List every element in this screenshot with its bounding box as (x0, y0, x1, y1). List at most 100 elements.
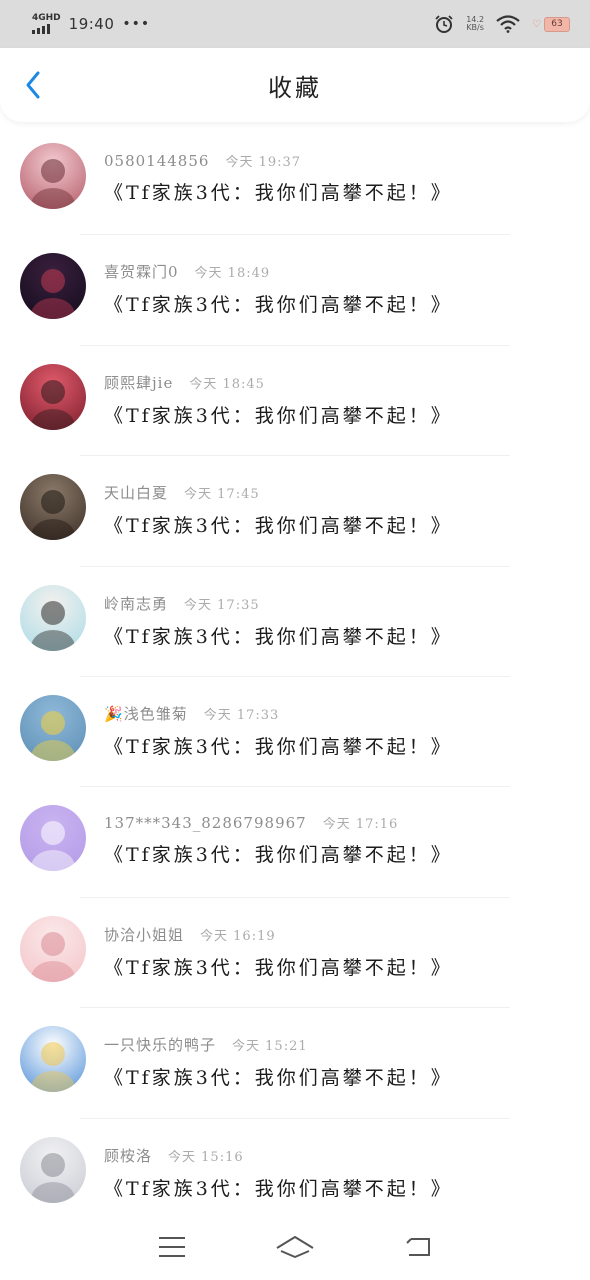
avatar[interactable] (20, 915, 86, 982)
party-popper-icon: 🎉 (104, 704, 124, 723)
author-name: 137***343_8286798967 (104, 814, 307, 833)
list-item[interactable]: 🎉浅色雏菊 今天 17:33 《Tf家族3代：我你们高攀不起！》 (0, 677, 590, 788)
avatar-image (31, 600, 75, 651)
item-meta: 一只快乐的鸭子 今天 15:21 (104, 1034, 570, 1055)
item-body: 顾熙肆jie 今天 18:45 《Tf家族3代：我你们高攀不起！》 (104, 372, 570, 428)
avatar[interactable] (20, 584, 86, 651)
item-body: 协洽小姐姐 今天 16:19 《Tf家族3代：我你们高攀不起！》 (104, 924, 570, 980)
favorite-text: 《Tf家族3代：我你们高攀不起！》 (104, 182, 453, 204)
item-body: 一只快乐的鸭子 今天 15:21 《Tf家族3代：我你们高攀不起！》 (104, 1034, 570, 1090)
nav-bar: 收藏 (0, 48, 590, 122)
favorite-text: 《Tf家族3代：我你们高攀不起！》 (104, 1067, 453, 1090)
avatar-image (31, 269, 75, 320)
avatar-image (31, 710, 75, 761)
list-item[interactable]: 一只快乐的鸭子 今天 15:21 《Tf家族3代：我你们高攀不起！》 (0, 1008, 590, 1119)
battery-icon: 63 (544, 16, 570, 32)
favorite-text: 《Tf家族3代：我你们高攀不起！》 (104, 404, 453, 427)
network-speed-unit: KB/s (466, 23, 484, 32)
avatar[interactable] (20, 363, 86, 430)
network-indicator: 4GHD (32, 14, 61, 34)
author-name: 岭南志勇 (104, 594, 169, 613)
alarm-icon (435, 15, 453, 33)
favorite-time: 今天 16:19 (200, 928, 276, 944)
item-body: 天山白夏 今天 17:45 《Tf家族3代：我你们高攀不起！》 (104, 482, 570, 538)
list-item[interactable]: 天山白夏 今天 17:45 《Tf家族3代：我你们高攀不起！》 (0, 456, 590, 567)
item-body: 岭南志勇 今天 17:35 《Tf家族3代：我你们高攀不起！》 (104, 593, 570, 649)
author-name: 🎉浅色雏菊 (104, 703, 188, 724)
back-button[interactable] (18, 70, 48, 100)
avatar-image (31, 821, 75, 872)
avatar-image (31, 490, 75, 541)
item-body: 0580144856 今天 19:37 《Tf家族3代：我你们高攀不起！》 (104, 151, 570, 205)
avatar[interactable] (20, 253, 86, 320)
item-meta: 🎉浅色雏菊 今天 17:33 (104, 703, 570, 724)
list-item[interactable]: 137***343_8286798967 今天 17:16 《Tf家族3代：我你… (0, 787, 590, 898)
avatar[interactable] (20, 1136, 86, 1203)
favorite-time: 今天 18:45 (189, 376, 265, 392)
favorite-time: 今天 15:21 (232, 1039, 308, 1055)
avatar-image (31, 379, 75, 430)
home-button[interactable] (275, 1227, 315, 1267)
favorite-time: 今天 17:16 (322, 817, 399, 833)
item-meta: 喜贺霖门0 今天 18:49 (104, 261, 570, 282)
item-meta: 顾熙肆jie 今天 18:45 (104, 372, 570, 393)
author-name: 顾熙肆jie (104, 373, 174, 392)
list-item[interactable]: 0580144856 今天 19:37 《Tf家族3代：我你们高攀不起！》 (0, 125, 590, 236)
item-meta: 天山白夏 今天 17:45 (104, 482, 570, 503)
favorite-text: 《Tf家族3代：我你们高攀不起！》 (104, 735, 453, 758)
avatar-image (31, 159, 75, 209)
avatar[interactable] (20, 1026, 86, 1093)
back-icon (406, 1238, 431, 1256)
list-item[interactable]: 喜贺霖门0 今天 18:49 《Tf家族3代：我你们高攀不起！》 (0, 235, 590, 346)
item-meta: 顾桉洛 今天 15:16 (104, 1145, 570, 1166)
item-body: 🎉浅色雏菊 今天 17:33 《Tf家族3代：我你们高攀不起！》 (104, 703, 570, 759)
author-name: 0580144856 (104, 152, 210, 170)
more-notifications-icon: ••• (122, 16, 151, 32)
system-nav-bar (0, 1214, 590, 1280)
avatar-image (31, 1152, 75, 1203)
list-item[interactable]: 岭南志勇 今天 17:35 《Tf家族3代：我你们高攀不起！》 (0, 567, 590, 677)
chevron-left-icon (26, 71, 40, 99)
favorite-time: 今天 15:16 (168, 1149, 244, 1165)
list-item[interactable]: 协洽小姐姐 今天 16:19 《Tf家族3代：我你们高攀不起！》 (0, 898, 590, 1009)
menu-icon (158, 1237, 185, 1257)
author-name: 协洽小姐姐 (104, 925, 185, 944)
back-nav-button[interactable] (398, 1227, 438, 1267)
author-name: 天山白夏 (104, 484, 169, 503)
network-speed: 14.2 KB/s (466, 15, 484, 33)
item-body: 137***343_8286798967 今天 17:16 《Tf家族3代：我你… (104, 813, 570, 867)
home-icon (276, 1236, 314, 1258)
item-meta: 137***343_8286798967 今天 17:16 (104, 813, 570, 832)
menu-button[interactable] (152, 1227, 192, 1267)
item-body: 喜贺霖门0 今天 18:49 《Tf家族3代：我你们高攀不起！》 (104, 261, 570, 317)
wifi-icon (496, 15, 520, 33)
avatar[interactable] (20, 143, 86, 209)
item-meta: 岭南志勇 今天 17:35 (104, 593, 570, 614)
network-label: 4GHD (32, 13, 61, 23)
avatar[interactable] (20, 805, 86, 872)
favorite-time: 今天 19:37 (225, 155, 302, 170)
favorite-time: 今天 17:45 (184, 487, 260, 503)
favorite-text: 《Tf家族3代：我你们高攀不起！》 (104, 625, 453, 648)
status-left: 4GHD 19:40 ••• (32, 14, 150, 34)
status-right: 14.2 KB/s ♡ 63 (434, 14, 570, 34)
favorite-text: 《Tf家族3代：我你们高攀不起！》 (104, 844, 453, 867)
favorite-time: 今天 17:33 (203, 707, 280, 723)
author-name: 喜贺霖门0 (104, 263, 179, 282)
battery-indicator: ♡ 63 (532, 16, 570, 32)
signal-icon (32, 24, 50, 34)
avatar[interactable] (20, 694, 86, 761)
item-meta: 协洽小姐姐 今天 16:19 (104, 924, 570, 945)
avatar[interactable] (20, 474, 86, 541)
favorite-text: 《Tf家族3代：我你们高攀不起！》 (104, 515, 453, 538)
favorite-text: 《Tf家族3代：我你们高攀不起！》 (104, 1177, 453, 1200)
avatar-image (31, 931, 75, 982)
author-name: 顾桉洛 (104, 1146, 153, 1165)
author-name: 一只快乐的鸭子 (104, 1036, 217, 1055)
author-name-text: 浅色雏菊 (123, 704, 188, 723)
item-body: 顾桉洛 今天 15:16 《Tf家族3代：我你们高攀不起！》 (104, 1145, 570, 1201)
item-meta: 0580144856 今天 19:37 (104, 151, 570, 170)
list-item[interactable]: 顾桉洛 今天 15:16 《Tf家族3代：我你们高攀不起！》 (0, 1119, 590, 1229)
favorite-time: 今天 18:49 (194, 266, 271, 282)
list-item[interactable]: 顾熙肆jie 今天 18:45 《Tf家族3代：我你们高攀不起！》 (0, 346, 590, 457)
